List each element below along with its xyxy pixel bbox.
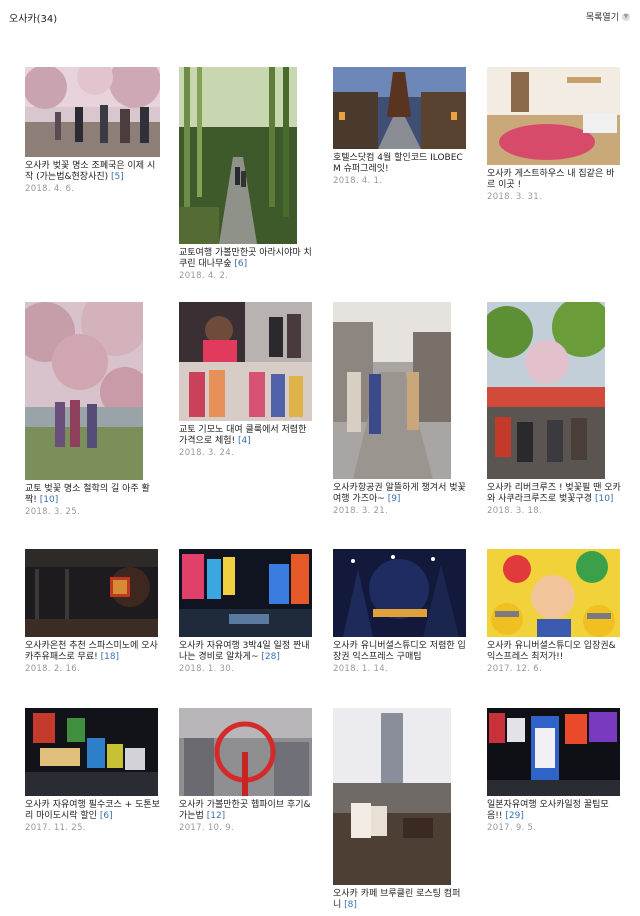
post-date: 2018. 3. 24. <box>179 448 234 458</box>
post-date: 2017. 11. 25. <box>25 823 86 833</box>
chevron-down-icon: ▼ <box>622 12 630 21</box>
post-thumbnail[interactable] <box>179 302 314 421</box>
post-thumbnail[interactable] <box>25 67 160 157</box>
comment-count: [10] <box>594 493 614 504</box>
comment-count: [9] <box>387 493 401 504</box>
list-open-button[interactable]: 목록열기 ▼ <box>586 10 630 23</box>
post-date: 2018. 1. 14. <box>333 664 388 674</box>
post-date: 2018. 3. 25. <box>25 507 80 517</box>
post-thumbnail[interactable] <box>333 302 468 479</box>
post-thumbnail[interactable] <box>333 549 468 637</box>
post-card[interactable]: 오사카 게스트하우스 내 집같은 바르 이곳 ! 2018. 3. 31. <box>487 67 622 202</box>
post-thumbnail[interactable] <box>25 302 160 480</box>
post-title[interactable]: 교토 기모노 대여 클룩에서 저렴한 가격으로 체험! [4] <box>179 425 314 446</box>
post-card[interactable]: 오사카항공권 알뜰하게 챙겨서 벚꽃여행 가즈아~ [9] 2018. 3. 2… <box>333 302 468 516</box>
category-name: 오사카 <box>9 14 37 25</box>
comment-count: [4] <box>238 435 251 446</box>
post-card[interactable]: 오사카 벚꽃 명소 조폐국은 이제 시작 (가는법&현장사진) [5] 2018… <box>25 67 160 194</box>
post-thumbnail[interactable] <box>179 549 314 637</box>
post-title[interactable]: 교토 벚꽃 명소 철학의 길 아주 활짝! [10] <box>25 484 160 505</box>
post-card[interactable]: 오사카 리버크루즈 ! 벚꽃필 땐 오카와 사쿠라크루즈로 벚꽃구경 [10] … <box>487 302 622 516</box>
comment-count: [12] <box>206 810 226 821</box>
post-card[interactable]: 오사카 자유여행 필수코스 + 도톤보리 마이도시락 할인 [6] 2017. … <box>25 708 160 833</box>
post-title[interactable]: 오사카 벚꽃 명소 조폐국은 이제 시작 (가는법&현장사진) [5] <box>25 161 160 182</box>
post-date: 2018. 3. 18. <box>487 506 542 516</box>
post-date: 2018. 4. 1. <box>333 176 383 186</box>
post-card[interactable]: 교토여행 가볼만한곳 아라시야마 치쿠린 대나무숲 [6] 2018. 4. 2… <box>179 67 314 281</box>
post-title[interactable]: 교토여행 가볼만한곳 아라시야마 치쿠린 대나무숲 [6] <box>179 248 314 269</box>
post-title[interactable]: 오사카항공권 알뜰하게 챙겨서 벚꽃여행 가즈아~ [9] <box>333 483 468 504</box>
post-title[interactable]: 오사카 리버크루즈 ! 벚꽃필 땐 오카와 사쿠라크루즈로 벚꽃구경 [10] <box>487 483 622 504</box>
post-date: 2018. 3. 31. <box>487 192 542 202</box>
post-title[interactable]: 오사카 유니버셜스튜디오 입장권&익스프레스 최저가!! <box>487 641 622 662</box>
post-date: 2018. 3. 21. <box>333 506 388 516</box>
post-date: 2018. 4. 2. <box>179 271 229 281</box>
post-title[interactable]: 오사카 유니버셜스튜디오 저렴한 입장권 익스프레스 구매팁 <box>333 641 468 662</box>
post-title[interactable]: 오사카 게스트하우스 내 집같은 바르 이곳 ! <box>487 169 622 190</box>
comment-count: [6] <box>234 258 248 269</box>
post-title[interactable]: 오사카 자유여행 3박4일 일정 짠내나는 경비로 알차게~ [28] <box>179 641 314 662</box>
post-thumbnail[interactable] <box>179 67 314 244</box>
comment-count: [18] <box>100 651 120 662</box>
post-thumbnail[interactable] <box>25 549 160 637</box>
post-date: 2018. 1. 30. <box>179 664 234 674</box>
comment-count: [29] <box>505 810 524 821</box>
post-thumbnail[interactable] <box>333 67 468 149</box>
post-card[interactable]: 오사카온천 추천 스파스미노에 오사카주유패스로 무료! [18] 2018. … <box>25 549 160 674</box>
post-date: 2017. 12. 6. <box>487 664 542 674</box>
comment-count: [8] <box>344 899 357 910</box>
post-date: 2017. 10. 9. <box>179 823 234 833</box>
post-card[interactable]: 오사카 유니버셜스튜디오 저렴한 입장권 익스프레스 구매팁 2018. 1. … <box>333 549 468 674</box>
post-title[interactable]: 오사카온천 추천 스파스미노에 오사카주유패스로 무료! [18] <box>25 641 160 662</box>
comment-count: [10] <box>39 494 59 505</box>
post-card[interactable]: 오사카 가볼만한곳 헵파이브 후기&가는법 [12] 2017. 10. 9. <box>179 708 314 833</box>
post-card[interactable]: 일본자유여행 오사카일정 꿀팁모음!! [29] 2017. 9. 5. <box>487 708 622 833</box>
post-date: 2018. 4. 6. <box>25 184 75 194</box>
post-title[interactable]: 오사카 가볼만한곳 헵파이브 후기&가는법 [12] <box>179 800 314 821</box>
post-card[interactable]: 오사카 유니버셜스튜디오 입장권&익스프레스 최저가!! 2017. 12. 6… <box>487 549 622 674</box>
post-title[interactable]: 일본자유여행 오사카일정 꿀팁모음!! [29] <box>487 800 622 821</box>
list-open-label: 목록열기 <box>585 13 619 23</box>
post-card[interactable]: 오사카 카페 브루클린 로스팅 컴퍼니 [8] <box>333 708 468 912</box>
comment-count: [6] <box>99 810 113 821</box>
category-title: 오사카(34) <box>9 10 57 25</box>
post-card[interactable]: 교토 벚꽃 명소 철학의 길 아주 활짝! [10] 2018. 3. 25. <box>25 302 160 517</box>
post-card[interactable]: 호텔스닷컴 4월 할인코드 ILOBECM 슈퍼그레잇! 2018. 4. 1. <box>333 67 468 186</box>
post-thumbnail[interactable] <box>487 67 622 165</box>
post-title[interactable]: 오사카 카페 브루클린 로스팅 컴퍼니 [8] <box>333 889 468 910</box>
comment-count: [28] <box>261 651 280 662</box>
post-card[interactable]: 오사카 자유여행 3박4일 일정 짠내나는 경비로 알차게~ [28] 2018… <box>179 549 314 674</box>
post-date: 2018. 2. 16. <box>25 664 80 674</box>
post-title[interactable]: 오사카 자유여행 필수코스 + 도톤보리 마이도시락 할인 [6] <box>25 800 160 821</box>
post-count: (34) <box>36 14 58 25</box>
post-thumbnail[interactable] <box>179 708 314 796</box>
post-title[interactable]: 호텔스닷컴 4월 할인코드 ILOBECM 슈퍼그레잇! <box>333 153 468 174</box>
post-card[interactable]: 교토 기모노 대여 클룩에서 저렴한 가격으로 체험! [4] 2018. 3.… <box>179 302 314 458</box>
post-thumbnail[interactable] <box>487 708 622 796</box>
post-thumbnail[interactable] <box>25 708 160 796</box>
post-date: 2017. 9. 5. <box>487 823 537 833</box>
post-thumbnail[interactable] <box>487 549 622 637</box>
post-thumbnail[interactable] <box>487 302 622 479</box>
post-thumbnail[interactable] <box>333 708 468 885</box>
comment-count: [5] <box>111 171 124 182</box>
category-header: 오사카(34) 목록열기 ▼ <box>0 0 640 34</box>
